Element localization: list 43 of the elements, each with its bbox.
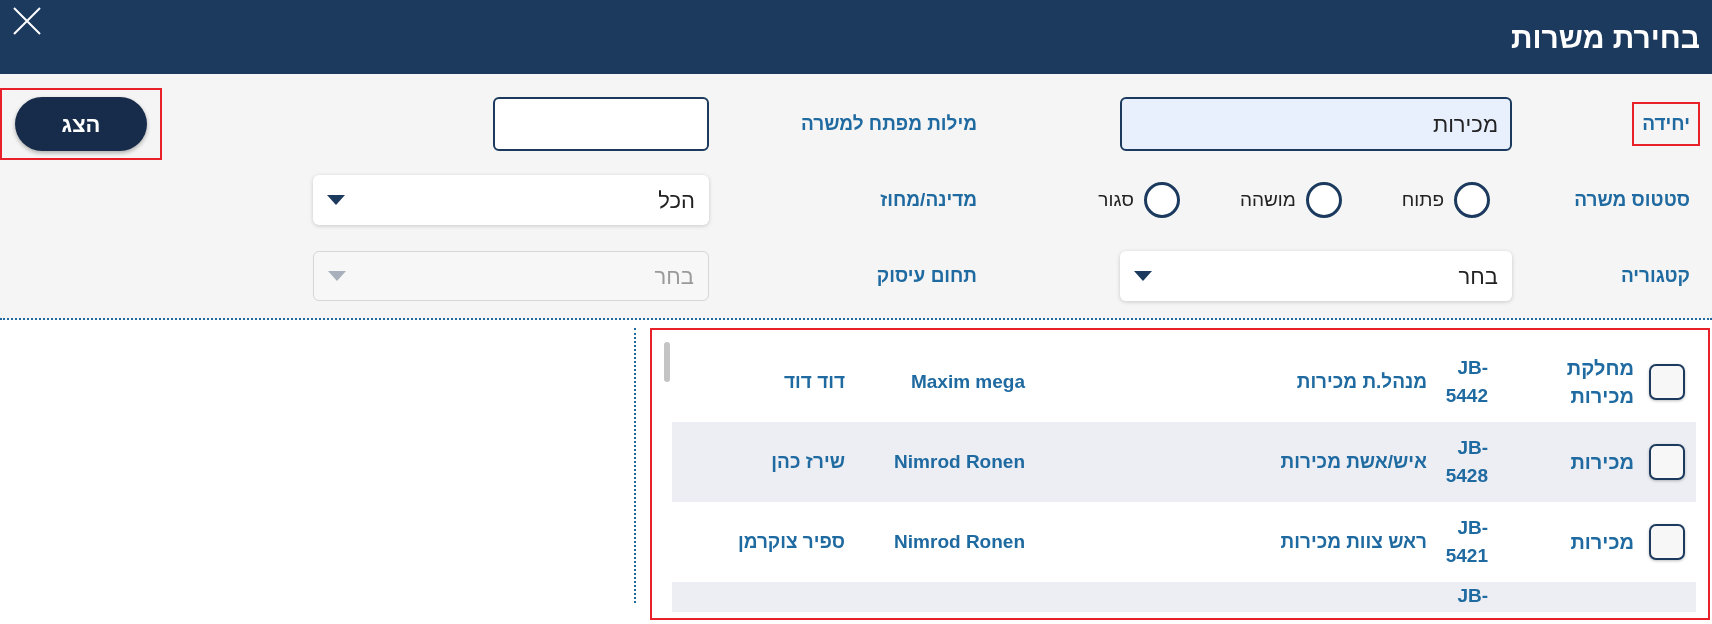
table-cell: Maxim mega <box>910 370 1025 392</box>
radio-label: מושהה <box>1238 187 1296 212</box>
table-cell: מכירות <box>1570 531 1634 553</box>
radio-button[interactable] <box>1143 182 1180 218</box>
caret-icon <box>327 195 345 205</box>
radio-button[interactable] <box>1305 182 1342 218</box>
row-checkbox[interactable] <box>1649 364 1685 400</box>
radio-label: סגור <box>1097 187 1134 212</box>
row-checkbox[interactable] <box>1649 444 1685 480</box>
field-label: יחידה <box>1642 112 1690 134</box>
keywords-field[interactable] <box>493 97 709 151</box>
caret-icon <box>1134 271 1152 281</box>
unit-field[interactable]: מכירות <box>1120 97 1512 151</box>
show-button[interactable]: הצג <box>15 97 147 151</box>
table-cell: ראש צוות מכירות <box>1280 530 1427 552</box>
table-cell: ספיר צוקרמן <box>737 530 845 552</box>
radio-button[interactable] <box>1454 182 1490 218</box>
table-cell: איש/אשת מכירות <box>1280 450 1427 472</box>
table-cell: Nimrod Ronen <box>894 450 1025 472</box>
field-label: מדינה/מחוז <box>880 188 977 210</box>
field-label: סטטוס משרה <box>1574 188 1690 210</box>
field-label: קטגוריה <box>1620 264 1690 286</box>
row-checkbox[interactable] <box>1649 524 1685 560</box>
table-cell-text: JB-5421 <box>1444 516 1488 568</box>
caret-icon <box>328 271 346 281</box>
table-cell: מכירות <box>1570 451 1634 473</box>
field-label: מילות מפתח למשרה <box>800 112 977 134</box>
dropdown[interactable]: בחר <box>1120 251 1512 301</box>
table-cell-text: JB-5442 <box>1444 356 1488 408</box>
table-cell: דוד דוד <box>784 370 845 392</box>
table-cell: מנהל.ת מכירות <box>1296 370 1427 392</box>
table-cell: שירז כהן <box>771 450 845 472</box>
table-row[interactable]: JB- <box>672 582 1696 612</box>
radio-label: פתוח <box>1400 187 1444 212</box>
scrollbar[interactable] <box>664 342 670 382</box>
table-cell: Nimrod Ronen <box>894 530 1025 552</box>
table-cell-text: JB-5428 <box>1444 436 1488 488</box>
table-cell-text: JB- <box>1456 584 1488 608</box>
field-label: תחום עיסוק <box>876 264 977 286</box>
dropdown[interactable]: הכל <box>313 175 709 225</box>
dialog-title: בחירת משרות <box>1510 19 1700 56</box>
table-cell: מחלקת מכירות <box>1566 357 1634 407</box>
close-icon[interactable] <box>12 6 42 36</box>
